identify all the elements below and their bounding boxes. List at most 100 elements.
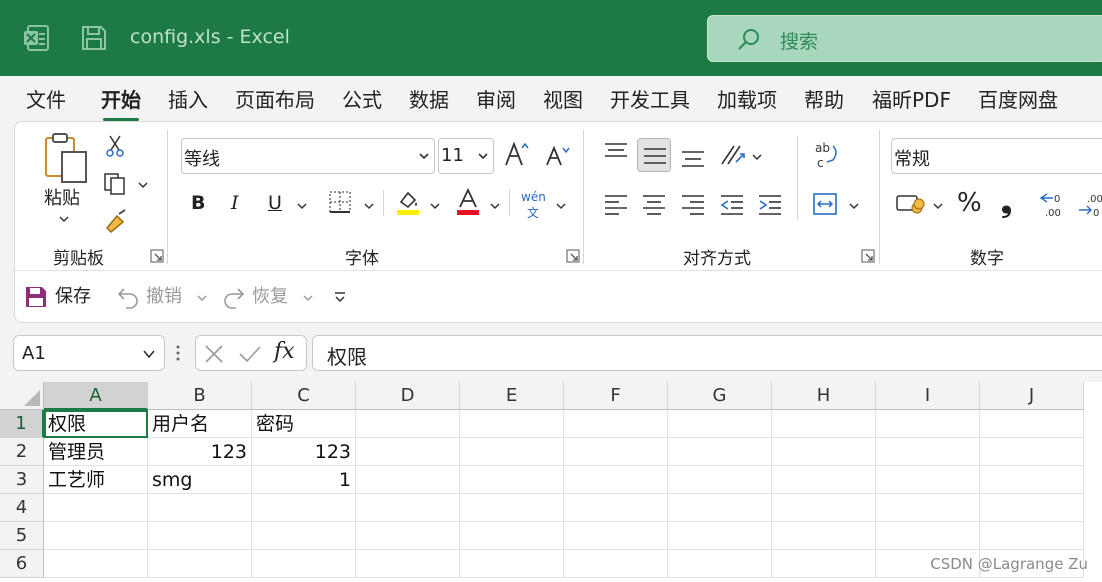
cell-j4[interactable] xyxy=(980,494,1084,522)
column-header-j[interactable]: J xyxy=(980,382,1084,410)
cell-g5[interactable] xyxy=(668,522,772,550)
cell-g3[interactable] xyxy=(668,466,772,494)
cell-f1[interactable] xyxy=(564,410,668,438)
cell-a2[interactable]: 管理员 xyxy=(44,438,148,466)
cell-g1[interactable] xyxy=(668,410,772,438)
paste-icon[interactable] xyxy=(43,132,89,186)
increase-indent-icon[interactable] xyxy=(757,194,783,216)
cell-f5[interactable] xyxy=(564,522,668,550)
cell-a4[interactable] xyxy=(44,494,148,522)
number-format-select[interactable]: 常规 xyxy=(891,138,1102,174)
cell-b1[interactable]: 用户名 xyxy=(148,410,252,438)
cell-d5[interactable] xyxy=(356,522,460,550)
cell-f6[interactable] xyxy=(564,550,668,578)
top-align-icon[interactable] xyxy=(603,142,629,162)
cell-i2[interactable] xyxy=(876,438,980,466)
decrease-indent-icon[interactable] xyxy=(719,194,745,216)
cell-e1[interactable] xyxy=(460,410,564,438)
save-icon[interactable] xyxy=(24,285,48,309)
cell-d6[interactable] xyxy=(356,550,460,578)
font-color-dropdown-arrow[interactable] xyxy=(489,201,501,211)
align-left-icon[interactable] xyxy=(603,194,629,216)
undo-icon[interactable] xyxy=(116,285,140,309)
cell-a6[interactable] xyxy=(44,550,148,578)
format-painter-icon[interactable] xyxy=(103,208,129,234)
cell-i3[interactable] xyxy=(876,466,980,494)
accounting-format-icon[interactable] xyxy=(895,192,925,216)
align-center-icon[interactable] xyxy=(641,194,667,216)
column-header-f[interactable]: F xyxy=(564,382,668,410)
tab-developer[interactable]: 开发工具 xyxy=(610,84,690,113)
undo-label[interactable]: 撤销 xyxy=(146,282,182,308)
wrap-text-icon[interactable]: abc xyxy=(813,140,841,170)
cell-b5[interactable] xyxy=(148,522,252,550)
tab-add-ins[interactable]: 加载项 xyxy=(717,84,777,113)
align-right-icon[interactable] xyxy=(680,194,706,216)
font-launcher-icon[interactable] xyxy=(566,249,580,263)
cell-e6[interactable] xyxy=(460,550,564,578)
clipboard-launcher-icon[interactable] xyxy=(150,249,164,263)
italic-button[interactable]: I xyxy=(231,192,239,214)
cell-h2[interactable] xyxy=(772,438,876,466)
increase-decimal-icon[interactable]: 0.00 xyxy=(1039,190,1067,218)
undo-dropdown-arrow[interactable] xyxy=(196,293,208,303)
cell-a1[interactable]: 权限 xyxy=(44,410,148,438)
fill-color-dropdown-arrow[interactable] xyxy=(429,201,441,211)
cell-c2[interactable]: 123 xyxy=(252,438,356,466)
enter-check-icon[interactable] xyxy=(238,344,262,364)
alignment-launcher-icon[interactable] xyxy=(861,249,875,263)
cell-c4[interactable] xyxy=(252,494,356,522)
paste-dropdown-arrow[interactable] xyxy=(58,214,70,224)
cell-d4[interactable] xyxy=(356,494,460,522)
tab-help[interactable]: 帮助 xyxy=(804,84,844,113)
cell-f3[interactable] xyxy=(564,466,668,494)
column-header-e[interactable]: E xyxy=(460,382,564,410)
cell-d1[interactable] xyxy=(356,410,460,438)
borders-icon[interactable] xyxy=(328,190,352,214)
row-header-6[interactable]: 6 xyxy=(0,550,44,578)
decrease-font-size-icon[interactable] xyxy=(545,144,571,168)
row-header-3[interactable]: 3 xyxy=(0,466,44,494)
row-header-2[interactable]: 2 xyxy=(0,438,44,466)
cell-h4[interactable] xyxy=(772,494,876,522)
cell-b2[interactable]: 123 xyxy=(148,438,252,466)
cell-b3[interactable]: smg xyxy=(148,466,252,494)
tab-foxit-pdf[interactable]: 福昕PDF xyxy=(872,84,951,113)
middle-align-button[interactable] xyxy=(637,138,671,172)
redo-icon[interactable] xyxy=(222,285,246,309)
fill-color-icon[interactable] xyxy=(395,188,421,216)
tab-baidu-netdisk[interactable]: 百度网盘 xyxy=(978,84,1058,113)
orientation-dropdown-arrow[interactable] xyxy=(751,152,763,162)
cell-d3[interactable] xyxy=(356,466,460,494)
more-options-icon[interactable] xyxy=(176,344,180,362)
cell-g4[interactable] xyxy=(668,494,772,522)
search-box[interactable]: 搜索 xyxy=(707,15,1102,62)
cell-e5[interactable] xyxy=(460,522,564,550)
cell-i1[interactable] xyxy=(876,410,980,438)
comma-style-button[interactable]: ❟ xyxy=(1001,186,1012,220)
column-header-c[interactable]: C xyxy=(252,382,356,410)
cell-h6[interactable] xyxy=(772,550,876,578)
cell-f2[interactable] xyxy=(564,438,668,466)
paste-label[interactable]: 粘贴 xyxy=(44,184,80,210)
underline-button[interactable]: U xyxy=(268,192,282,214)
tab-view[interactable]: 视图 xyxy=(543,84,583,113)
increase-font-size-icon[interactable] xyxy=(504,140,530,168)
tab-review[interactable]: 审阅 xyxy=(476,84,516,113)
column-header-a[interactable]: A xyxy=(44,382,148,410)
percent-style-button[interactable]: % xyxy=(957,188,982,218)
insert-function-button[interactable]: fx xyxy=(274,339,295,364)
tab-page-layout[interactable]: 页面布局 xyxy=(235,84,315,113)
cell-b4[interactable] xyxy=(148,494,252,522)
cell-j2[interactable] xyxy=(980,438,1084,466)
cell-c1[interactable]: 密码 xyxy=(252,410,356,438)
redo-dropdown-arrow[interactable] xyxy=(302,293,314,303)
row-header-1[interactable]: 1 xyxy=(0,410,44,438)
cell-i4[interactable] xyxy=(876,494,980,522)
cell-c6[interactable] xyxy=(252,550,356,578)
name-box[interactable]: A1 xyxy=(13,335,165,371)
column-header-h[interactable]: H xyxy=(772,382,876,410)
tab-file[interactable]: 文件 xyxy=(26,84,66,113)
tab-insert[interactable]: 插入 xyxy=(168,84,208,113)
column-header-d[interactable]: D xyxy=(356,382,460,410)
